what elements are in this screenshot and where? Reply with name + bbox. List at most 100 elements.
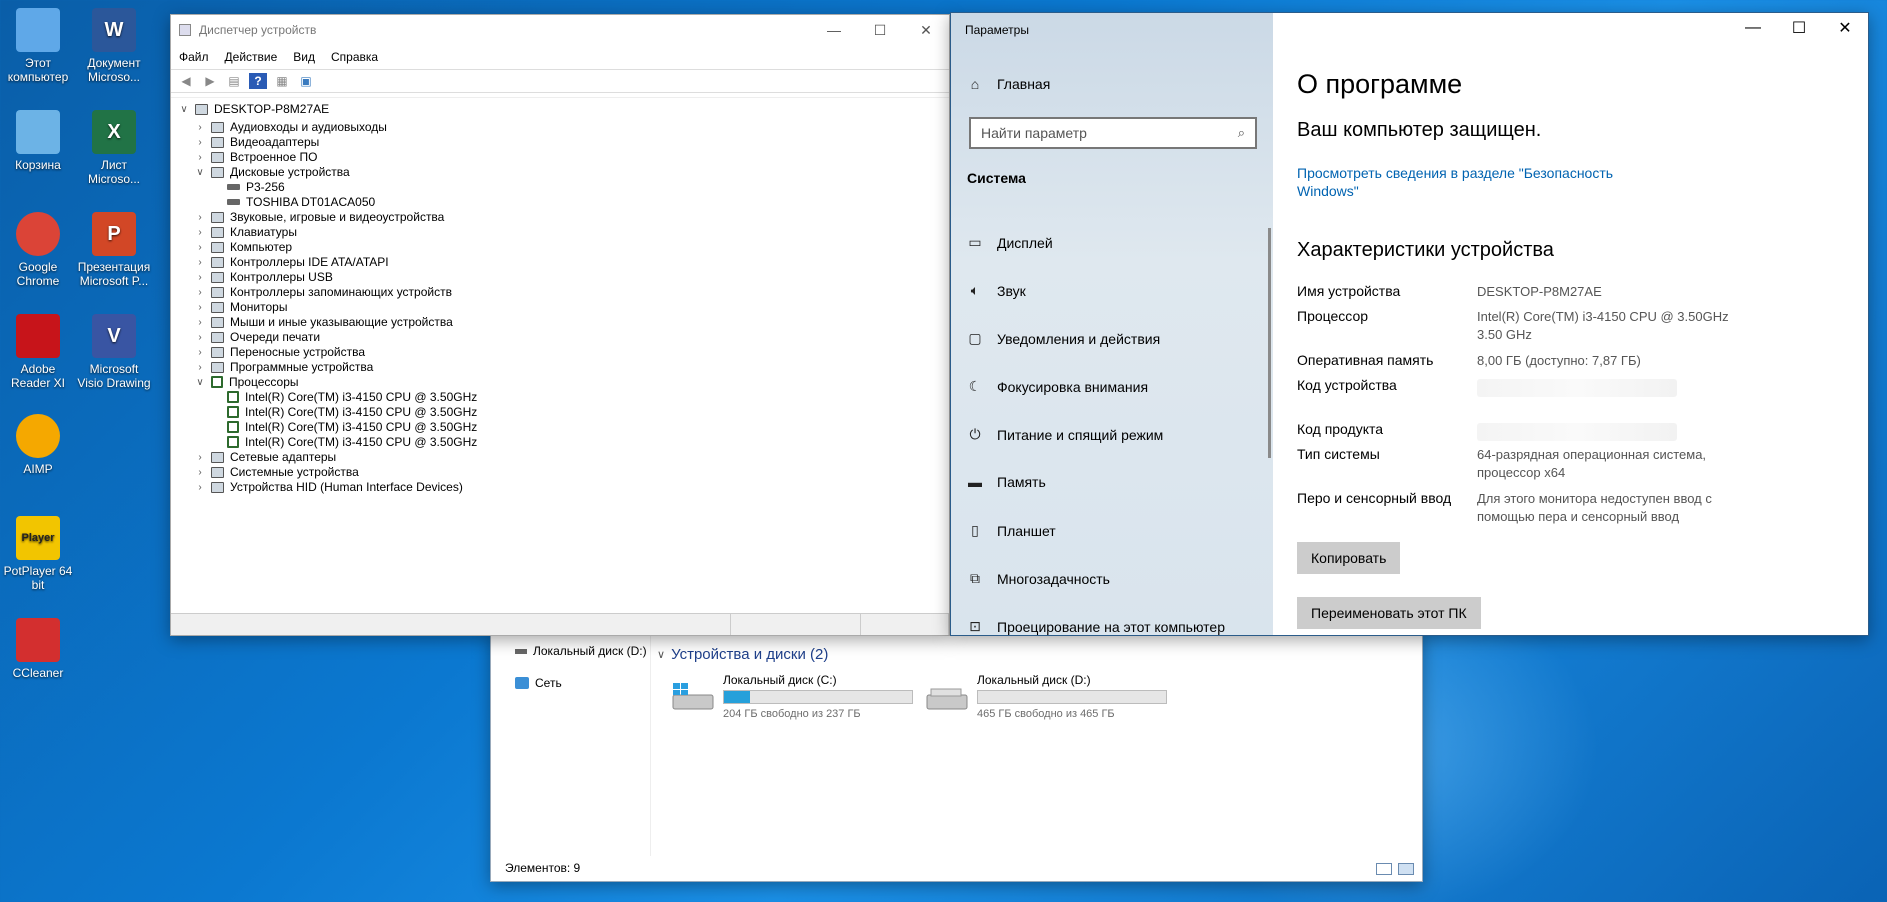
nav-item[interactable]: ⊡ Проецирование на этот компьютер xyxy=(967,618,1225,635)
word-doc-icon: W xyxy=(92,8,136,52)
nav-label: Память xyxy=(997,474,1046,490)
device-category-icon xyxy=(211,166,224,178)
nav-item[interactable]: ⧉ Многозадачность xyxy=(967,570,1110,587)
details-view-icon[interactable] xyxy=(1376,863,1392,875)
drive-name: Локальный диск (C:) xyxy=(723,673,837,687)
security-link[interactable]: Просмотреть сведения в разделе "Безопасн… xyxy=(1297,164,1637,200)
desktop-icon[interactable]: Google Chrome xyxy=(0,212,76,288)
tree-node-label: Аудиовходы и аудиовыходы xyxy=(230,120,387,134)
nav-label: Проецирование на этот компьютер xyxy=(997,618,1225,635)
explorer-nav-pane: Локальный диск (D:) Сеть xyxy=(491,631,651,856)
nav-item[interactable]: ⏻ Питание и спящий режим xyxy=(967,426,1163,443)
protection-status: Ваш компьютер защищен. xyxy=(1297,119,1542,141)
chevron-right-icon: › xyxy=(198,256,202,268)
desktop-icon[interactable]: AIMP xyxy=(0,414,76,476)
device-category-icon xyxy=(211,151,224,163)
chevron-right-icon: › xyxy=(198,121,202,133)
nav-label: Уведомления и действия xyxy=(997,330,1161,347)
spec-label: Оперативная память xyxy=(1297,352,1434,368)
minimize-button[interactable]: — xyxy=(1730,13,1776,43)
minimize-button[interactable]: — xyxy=(811,15,857,45)
device-manager-icon xyxy=(179,24,191,36)
nav-label: Планшет xyxy=(997,522,1056,539)
drive-d[interactable]: Локальный диск (D:) 465 ГБ свободно из 4… xyxy=(925,673,1185,723)
desktop-icon[interactable]: Player PotPlayer 64 bit xyxy=(0,516,76,592)
desktop-icon[interactable]: Adobe Reader XI xyxy=(0,314,76,390)
desktop-icon-label: Этот компьютер xyxy=(7,56,69,84)
status-pane xyxy=(861,614,949,635)
cpu-icon xyxy=(227,421,239,433)
tree-node-label: Видеоадаптеры xyxy=(230,135,320,149)
copy-button[interactable]: Копировать xyxy=(1297,542,1401,574)
desktop-icon[interactable]: V Microsoft Visio Drawing xyxy=(76,314,152,390)
tree-node-label: Клавиатуры xyxy=(230,225,297,239)
chevron-right-icon: › xyxy=(198,466,202,478)
nav-item-local-disk-d[interactable]: Локальный диск (D:) xyxy=(515,644,647,658)
tree-node-label: Intel(R) Core(TM) i3-4150 CPU @ 3.50GHz xyxy=(245,390,478,404)
nav-item[interactable]: 🔈︎ Звук xyxy=(967,282,1026,299)
spec-value: Для этого монитора недоступен ввод с пом… xyxy=(1477,491,1712,524)
desktop-icon-label: Google Chrome xyxy=(16,260,60,288)
nav-item[interactable]: ▬ Память xyxy=(967,474,1046,490)
details-icon[interactable]: ▦ xyxy=(273,73,291,89)
desktop-icon[interactable]: Этот компьютер xyxy=(0,8,76,84)
back-icon[interactable]: ◀ xyxy=(177,73,195,89)
excel-sheet-icon: X xyxy=(92,110,136,154)
maximize-button[interactable]: ☐ xyxy=(1776,13,1822,43)
close-button[interactable]: ✕ xyxy=(903,15,949,45)
menu-view[interactable]: Вид xyxy=(293,50,315,64)
tree-node-label: Контроллеры IDE ATA/ATAPI xyxy=(230,255,389,269)
tree-root[interactable]: ∨ DESKTOP-P8M27AE xyxy=(177,100,329,118)
devices-group-header[interactable]: ∨ Устройства и диски (2) xyxy=(657,646,828,663)
close-button[interactable]: ✕ xyxy=(1822,13,1868,43)
drive-c[interactable]: Локальный диск (C:) 204 ГБ свободно из 2… xyxy=(671,673,931,723)
properties-icon[interactable]: ▤ xyxy=(225,73,243,89)
drive-usage-bar xyxy=(977,690,1167,704)
power-icon: ⏻ xyxy=(969,426,981,442)
cpu-icon xyxy=(211,376,223,388)
tree-node-label: Intel(R) Core(TM) i3-4150 CPU @ 3.50GHz xyxy=(245,435,478,449)
menu-action[interactable]: Действие xyxy=(225,50,278,64)
forward-icon[interactable]: ▶ xyxy=(201,73,219,89)
drive-free-space: 465 ГБ свободно из 465 ГБ xyxy=(977,708,1115,720)
nav-item[interactable]: ▯ Планшет xyxy=(967,522,1056,539)
chevron-right-icon: › xyxy=(198,271,202,283)
redacted-value xyxy=(1477,423,1677,441)
scan-hardware-icon[interactable]: ▣ xyxy=(297,73,315,89)
device-category-icon xyxy=(211,316,224,328)
settings-window: Параметры ⌂ Главная Найти параметр ⌕ Сис… xyxy=(950,12,1869,636)
nav-item[interactable]: ▢ Уведомления и действия xyxy=(967,330,1160,347)
status-pane xyxy=(171,614,731,635)
search-input[interactable]: Найти параметр ⌕ xyxy=(969,117,1257,149)
spec-label: Код устройства xyxy=(1297,377,1397,393)
tree-node-label: Дисковые устройства xyxy=(230,165,350,179)
disk-icon xyxy=(227,184,240,190)
cpu-icon xyxy=(227,391,239,403)
menu-help[interactable]: Справка xyxy=(331,50,378,64)
display-icon: ▭ xyxy=(968,234,982,250)
specs-title: Характеристики устройства xyxy=(1297,239,1554,261)
large-icons-view-icon[interactable] xyxy=(1398,863,1414,875)
sidebar-scrollbar[interactable] xyxy=(1268,228,1271,458)
storage-icon: ▬ xyxy=(968,474,982,490)
nav-item[interactable]: ▭ Дисплей xyxy=(967,234,1052,251)
desktop-icon[interactable]: W Документ Microso... xyxy=(76,8,152,84)
multitasking-icon: ⧉ xyxy=(970,570,980,586)
search-placeholder: Найти параметр xyxy=(981,125,1087,141)
help-icon[interactable]: ? xyxy=(249,73,267,89)
desktop-icon[interactable]: P Презентация Microsoft P... xyxy=(76,212,152,288)
desktop-icon[interactable]: X Лист Microso... xyxy=(76,110,152,186)
desktop-icon[interactable]: Корзина xyxy=(0,110,76,172)
menu-file[interactable]: Файл xyxy=(179,50,209,64)
tree-category[interactable]: › Устройства HID (Human Interface Devices… xyxy=(193,478,463,496)
tree-node-label: P3-256 xyxy=(246,180,285,194)
nav-item-network[interactable]: Сеть xyxy=(515,676,562,690)
nav-item[interactable]: ☾ Фокусировка внимания xyxy=(967,378,1148,395)
maximize-button[interactable]: ☐ xyxy=(857,15,903,45)
devmgr-titlebar[interactable]: Диспетчер устройств — ☐ ✕ xyxy=(171,15,949,45)
desktop-icon[interactable]: CCleaner xyxy=(0,618,76,680)
nav-home[interactable]: ⌂ Главная xyxy=(967,76,1051,92)
rename-pc-button[interactable]: Переименовать этот ПК xyxy=(1297,597,1481,629)
device-category-icon xyxy=(211,211,224,223)
spec-label: Имя устройства xyxy=(1297,283,1401,299)
